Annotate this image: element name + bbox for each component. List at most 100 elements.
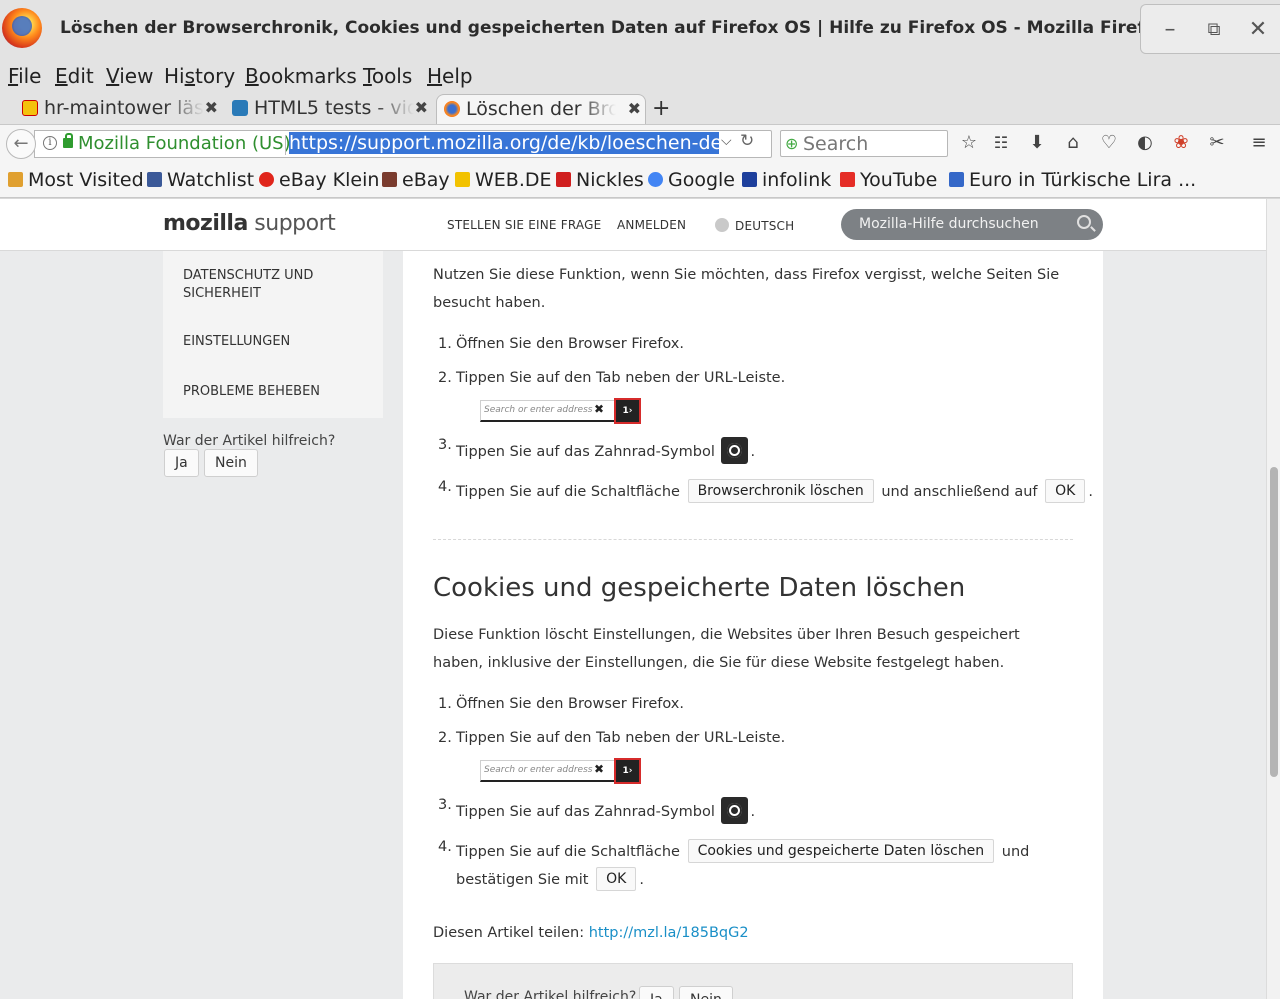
helpful-box: War der Artikel hilfreich? Ja Nein	[433, 963, 1073, 999]
folder-icon	[8, 172, 23, 187]
tab-hr-maintower[interactable]: hr-maintower lässt ✖	[22, 94, 222, 124]
webde-icon	[455, 172, 470, 187]
section-description: Diese Funktion löscht Einstellungen, die…	[433, 627, 1020, 671]
back-arrow-icon: ←	[13, 133, 29, 154]
download-icon[interactable]: ⬇	[1026, 132, 1048, 154]
sidebar-item-datenschutz[interactable]: DATENSCHUTZ UND SICHERHEIT	[183, 267, 333, 303]
url-separator	[285, 135, 286, 155]
url-bar[interactable]: i Mozilla Foundation (US) https://suppor…	[34, 130, 772, 158]
ebay-icon	[382, 172, 397, 187]
hamburger-menu-icon[interactable]: ≡	[1248, 132, 1270, 154]
clear-cookies-button-image: Cookies und gespeicherte Daten löschen	[687, 839, 995, 863]
ok-button-image: OK	[1045, 479, 1086, 503]
close-tab-icon[interactable]: ✖	[415, 98, 428, 117]
vertical-scrollbar[interactable]	[1266, 199, 1280, 999]
tab-html5-tests[interactable]: HTML5 tests - video ✖	[232, 94, 432, 124]
ebay-klein-icon	[259, 172, 274, 187]
list-item-continuation: bestätigen Sie mit OK.	[456, 867, 644, 891]
nickles-icon	[556, 172, 571, 187]
fxos-url-bar-image: Search or enter address ✖ 1›	[480, 398, 641, 424]
youtube-icon	[840, 172, 855, 187]
share-link[interactable]: http://mzl.la/185BqG2	[589, 925, 749, 941]
window-titlebar: Löschen der Browserchronik, Cookies und …	[0, 0, 1280, 60]
new-tab-icon[interactable]: +	[652, 96, 670, 121]
info-icon[interactable]: i	[43, 136, 57, 150]
bookmark-watchlist[interactable]: Watchlist	[147, 169, 254, 191]
list-item: 3. Tippen Sie auf das Zahnrad-Symbol .	[438, 437, 755, 464]
bookmark-youtube[interactable]: YouTube	[840, 169, 937, 191]
fxos-tab-count: 1›	[614, 398, 641, 424]
bookmark-ebay-klein[interactable]: eBay Klein	[259, 169, 379, 191]
section-divider	[433, 539, 1073, 540]
helpful-no-button[interactable]: Nein	[204, 449, 258, 477]
search-engine-icon: ⊕	[785, 134, 799, 153]
bookmark-webde[interactable]: WEB.DE	[455, 169, 552, 191]
reload-icon[interactable]: ↻	[740, 131, 754, 151]
close-window-icon[interactable]: ✕	[1245, 17, 1271, 43]
list-item: 4. Tippen Sie auf die Schaltfläche Cookie…	[438, 839, 1029, 863]
window-controls: – ⧉ ✕	[1140, 4, 1280, 54]
search-box[interactable]: ⊕	[780, 130, 948, 157]
menu-view[interactable]: View	[106, 64, 153, 88]
gear-icon	[721, 437, 749, 464]
tab-loeschen-browserchronik[interactable]: Löschen der Browserchronik ✖	[436, 94, 646, 124]
url-text[interactable]: https://support.mozilla.org/de/kb/loesch…	[289, 132, 719, 156]
bookmark-ebay[interactable]: eBay	[382, 169, 450, 191]
html5test-icon	[232, 100, 248, 116]
intro-paragraph: Nutzen Sie diese Funktion, wenn Sie möch…	[433, 267, 1060, 311]
search-icon[interactable]	[1077, 215, 1091, 229]
bookmark-euro-lira[interactable]: Euro in Türkische Lira ...	[949, 169, 1196, 191]
site-search[interactable]	[841, 209, 1103, 240]
sidebar-item-einstellungen[interactable]: EINSTELLUNGEN	[183, 333, 290, 351]
bookmark-google[interactable]: Google	[648, 169, 735, 191]
menu-bar: File Edit View History Bookmarks Tools H…	[0, 60, 1280, 92]
language-label: DEUTSCH	[735, 219, 795, 233]
list-item: 1. Öffnen Sie den Browser Firefox.	[438, 336, 684, 352]
mozilla-support-logo[interactable]: mozilla support	[163, 211, 336, 236]
lock-icon	[63, 133, 73, 148]
helpful-yes-button[interactable]: Ja	[164, 449, 199, 477]
watchlist-icon	[147, 172, 162, 187]
extension-circle-icon[interactable]: ◐	[1134, 132, 1156, 154]
minimize-icon[interactable]: –	[1157, 17, 1183, 43]
sidebar-item-probleme[interactable]: PROBLEME BEHEBEN	[183, 383, 320, 401]
language-selector[interactable]: DEUTSCH	[715, 218, 794, 233]
scrollbar-thumb[interactable]	[1270, 467, 1278, 777]
menu-file[interactable]: File	[8, 64, 41, 88]
chart-icon	[949, 172, 964, 187]
bookmark-infolink[interactable]: infolink	[742, 169, 831, 191]
bookmark-nickles[interactable]: Nickles	[556, 169, 644, 191]
reading-list-icon[interactable]: ☷	[990, 132, 1012, 154]
back-button[interactable]: ←	[6, 129, 36, 159]
helpful-no-button-bottom[interactable]: Nein	[679, 986, 733, 999]
home-icon[interactable]: ⌂	[1062, 132, 1084, 154]
tab-label: HTML5 tests - video	[254, 97, 414, 119]
close-tab-icon[interactable]: ✖	[628, 99, 641, 118]
list-item: 2. Tippen Sie auf den Tab neben der URL-L…	[438, 730, 786, 746]
menu-help[interactable]: Help	[427, 64, 473, 88]
helpful-yes-button-bottom[interactable]: Ja	[639, 986, 674, 999]
extension-colors-icon[interactable]: ❀	[1170, 132, 1192, 154]
pocket-icon[interactable]: ♡	[1098, 132, 1120, 154]
clear-icon: ✖	[594, 762, 605, 776]
search-input[interactable]	[803, 131, 943, 156]
bookmark-most-visited[interactable]: Most Visited	[8, 169, 144, 191]
navigation-toolbar: i Mozilla Foundation (US) https://suppor…	[0, 124, 1280, 162]
menu-bookmarks[interactable]: Bookmarks	[245, 64, 357, 88]
sidebar-nav: DATENSCHUTZ UND SICHERHEIT EINSTELLUNGEN…	[163, 251, 383, 418]
menu-history[interactable]: History	[164, 64, 235, 88]
nav-ask-question[interactable]: STELLEN SIE EINE FRAGE	[447, 218, 601, 232]
nav-login[interactable]: ANMELDEN	[617, 218, 686, 232]
bookmark-star-icon[interactable]: ☆	[958, 132, 980, 154]
chevron-down-icon[interactable]: ⌵	[721, 133, 732, 149]
menu-edit[interactable]: Edit	[55, 64, 94, 88]
extension-tools-icon[interactable]: ✂	[1206, 132, 1228, 154]
helpful-question: War der Artikel hilfreich?	[163, 433, 336, 449]
close-tab-icon[interactable]: ✖	[205, 98, 218, 117]
menu-tools[interactable]: Tools	[363, 64, 412, 88]
clear-history-button-image: Browserchronik löschen	[687, 479, 874, 503]
site-identity[interactable]: Mozilla Foundation (US)	[78, 133, 291, 154]
firefox-icon	[444, 101, 460, 117]
restore-icon[interactable]: ⧉	[1201, 17, 1227, 43]
site-search-input[interactable]	[859, 214, 1069, 234]
